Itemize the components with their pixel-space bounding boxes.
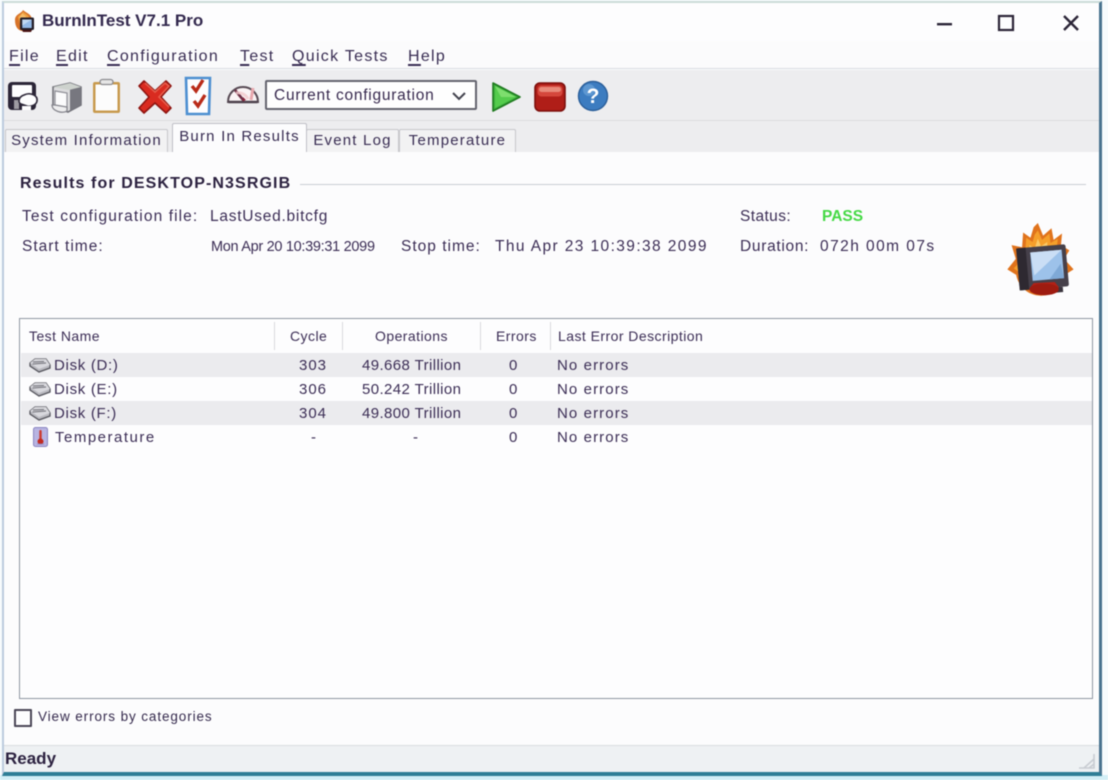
svg-text:?: ?: [587, 85, 600, 108]
